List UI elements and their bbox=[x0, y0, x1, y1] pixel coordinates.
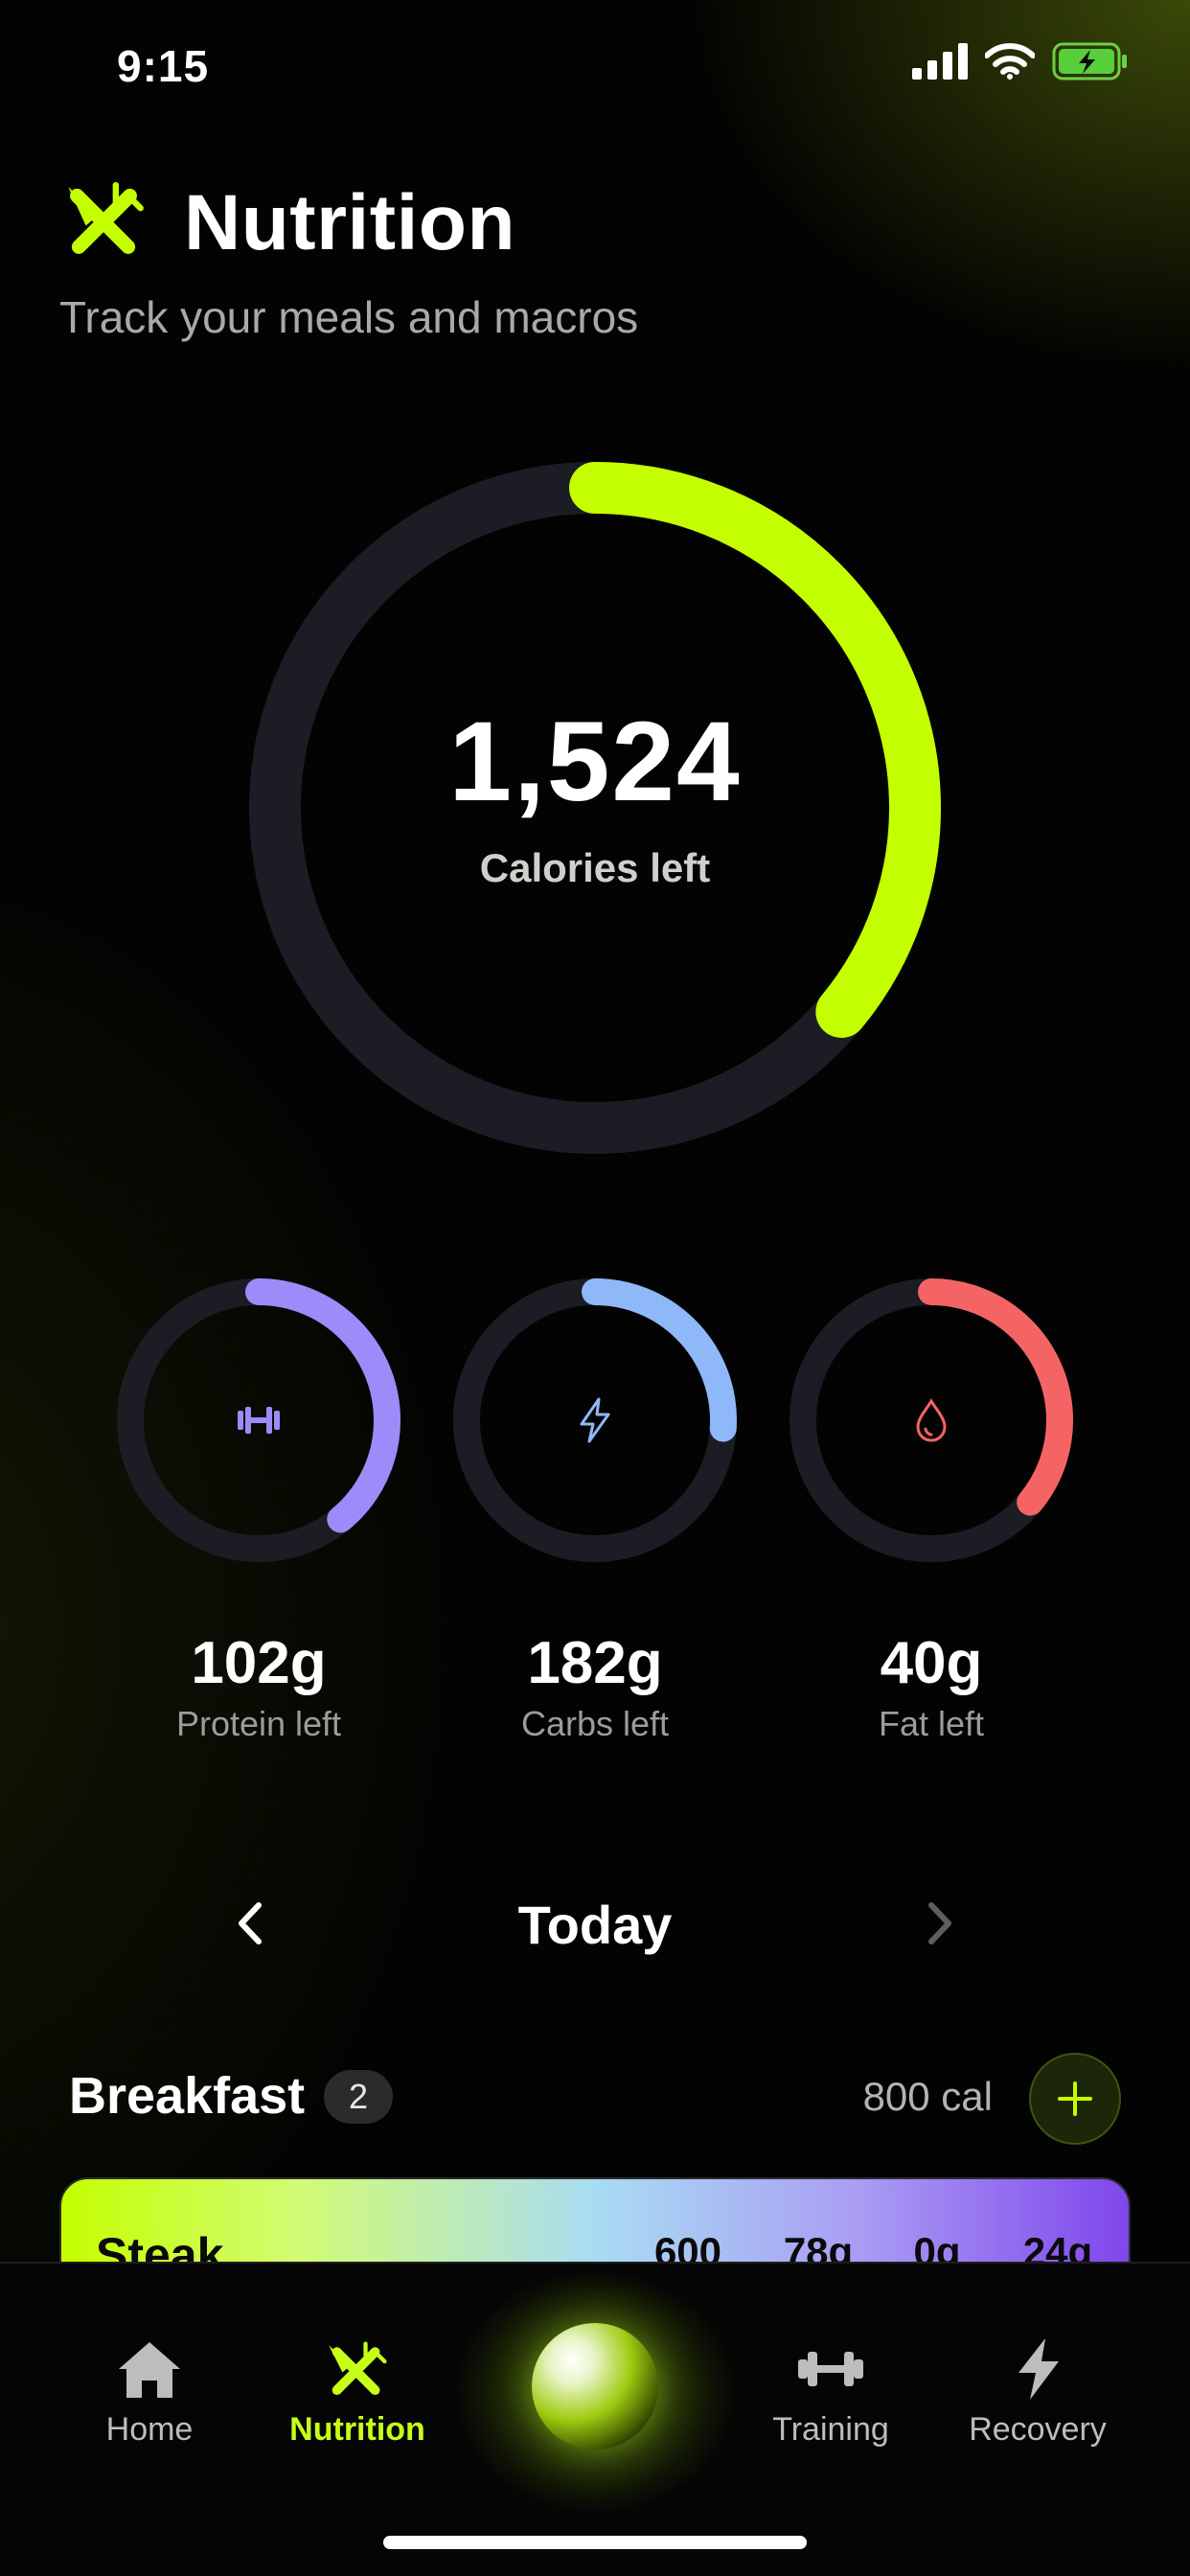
protein-value: 102g bbox=[191, 1630, 327, 1696]
calorie-summary: 1,524 Calories left bbox=[247, 460, 943, 1156]
droplet-icon bbox=[916, 1398, 947, 1442]
macro-carbs[interactable]: 182g Carbs left bbox=[449, 1275, 741, 1743]
tab-nutrition[interactable]: Nutrition bbox=[262, 2338, 453, 2449]
lightning-icon bbox=[1018, 2338, 1059, 2400]
fat-label: Fat left bbox=[878, 1704, 985, 1743]
fork-knife-icon bbox=[68, 181, 144, 254]
macro-protein[interactable]: 102g Protein left bbox=[113, 1275, 404, 1743]
signal-icon bbox=[912, 43, 968, 80]
status-icons bbox=[912, 42, 1129, 80]
dumbbell-icon bbox=[798, 2352, 863, 2386]
page-subtitle: Track your meals and macros bbox=[59, 292, 639, 342]
page-title: Nutrition bbox=[184, 179, 516, 266]
home-indicator bbox=[383, 2536, 807, 2549]
fat-value: 40g bbox=[880, 1630, 983, 1696]
battery-icon bbox=[1052, 42, 1127, 80]
plus-icon bbox=[1058, 2082, 1092, 2116]
meal-title: Breakfast bbox=[69, 2067, 306, 2125]
meal-count-badge: 2 bbox=[324, 2070, 393, 2124]
carbs-label: Carbs left bbox=[520, 1704, 670, 1743]
previous-day-button[interactable] bbox=[226, 1894, 274, 1953]
fork-knife-icon bbox=[329, 2341, 387, 2396]
status-time: 9:15 bbox=[117, 41, 210, 91]
protein-label: Protein left bbox=[175, 1704, 342, 1743]
add-food-button[interactable] bbox=[1029, 2053, 1121, 2145]
calories-left-label: Calories left bbox=[479, 845, 711, 890]
calories-left-value: 1,524 bbox=[448, 699, 742, 825]
wifi-icon bbox=[985, 43, 1035, 80]
meal-calories: 800 cal bbox=[862, 2074, 993, 2119]
carbs-value: 182g bbox=[527, 1630, 663, 1696]
lightning-icon bbox=[580, 1397, 610, 1443]
tab-recovery[interactable]: Recovery bbox=[942, 2338, 1133, 2449]
tab-training[interactable]: Training bbox=[735, 2338, 927, 2449]
tab-label: Training bbox=[772, 2411, 889, 2448]
dumbbell-icon bbox=[238, 1407, 280, 1434]
tab-label: Recovery bbox=[969, 2411, 1107, 2448]
home-icon bbox=[119, 2342, 180, 2398]
day-label: Today bbox=[517, 1895, 673, 1955]
tab-home[interactable]: Home bbox=[54, 2338, 245, 2449]
next-day-button[interactable] bbox=[916, 1894, 964, 1953]
tab-label: Nutrition bbox=[289, 2411, 425, 2448]
tab-label: Home bbox=[105, 2411, 194, 2448]
macro-fat[interactable]: 40g Fat left bbox=[786, 1275, 1077, 1743]
orb-icon[interactable] bbox=[532, 2323, 658, 2450]
